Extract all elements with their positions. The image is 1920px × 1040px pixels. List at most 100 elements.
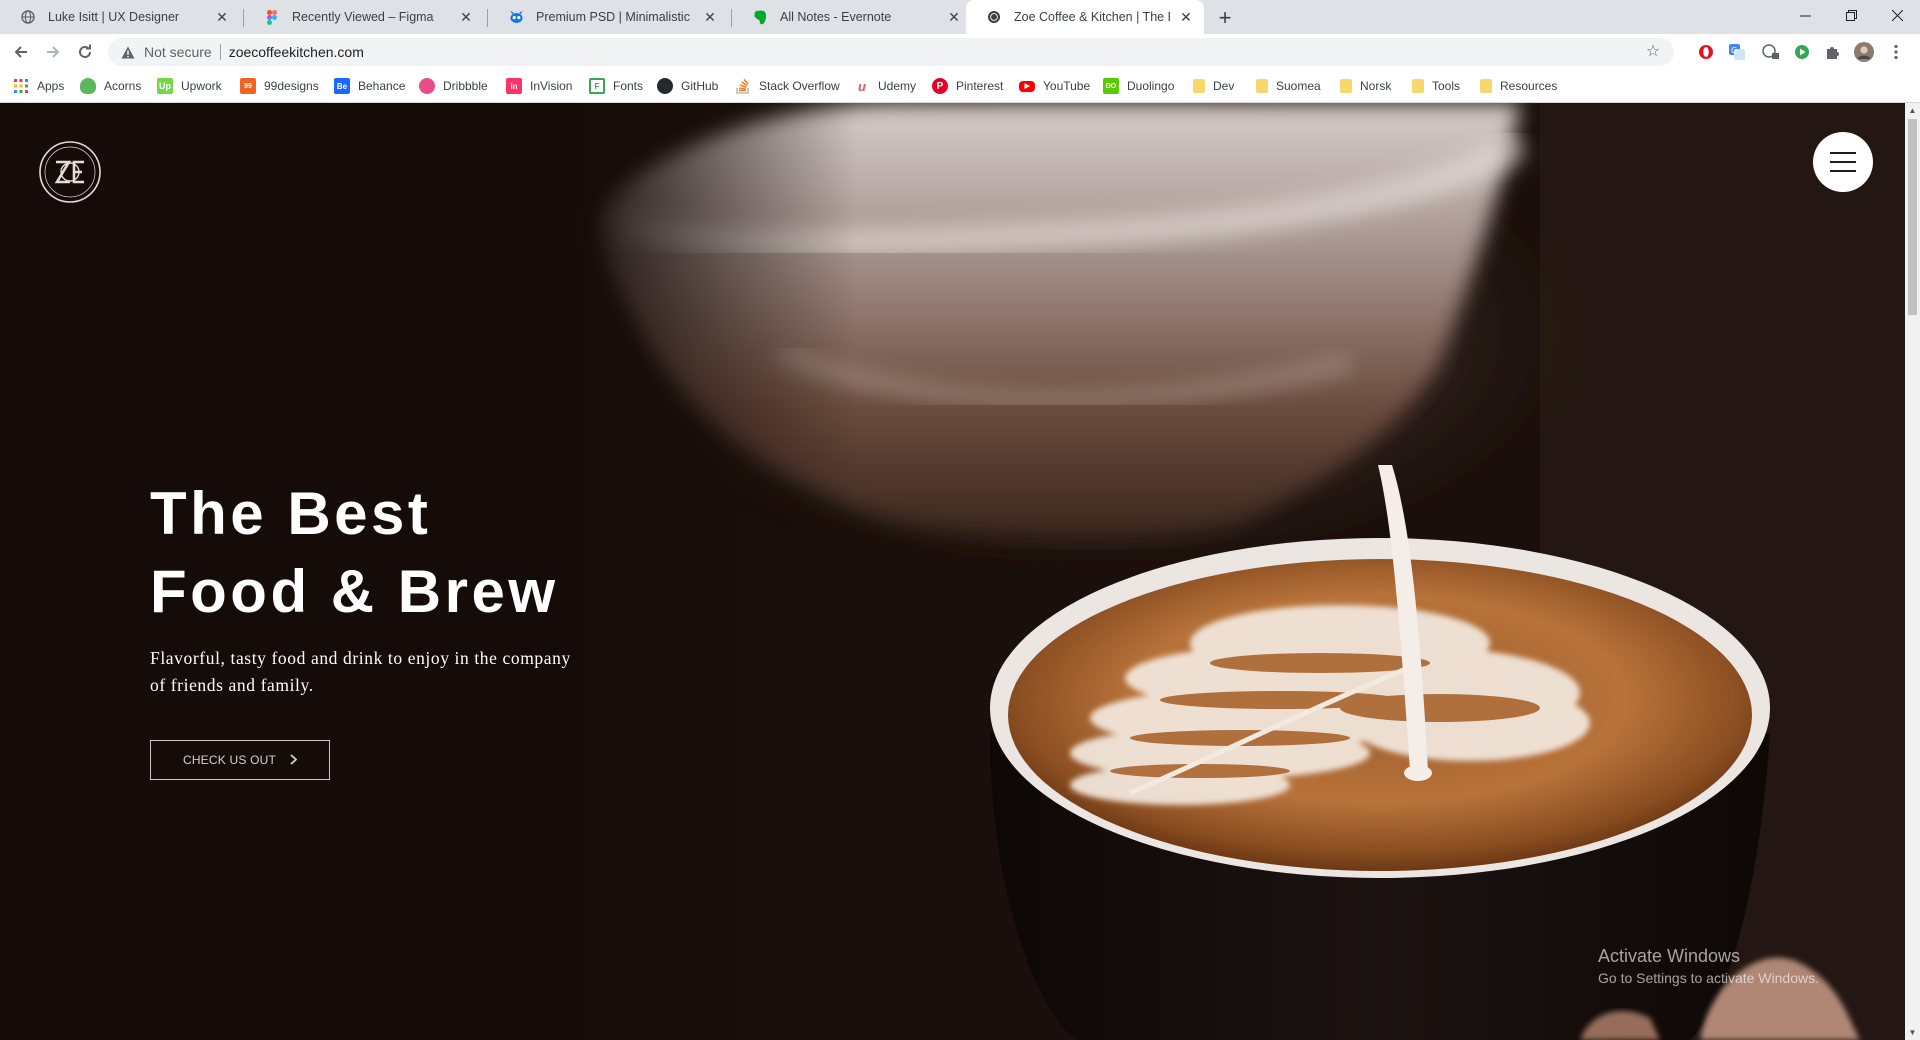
bookmark-folder-norsk[interactable]: Norsk bbox=[1340, 70, 1391, 102]
bookmark-acorns[interactable]: Acorns bbox=[80, 70, 141, 102]
bookmark-invision[interactable]: in InVision bbox=[506, 70, 572, 102]
bookmark-label: GitHub bbox=[681, 79, 719, 93]
folder-icon bbox=[1480, 79, 1492, 93]
watermark-title: Activate Windows bbox=[1598, 946, 1741, 966]
bookmark-udemy[interactable]: u Udemy bbox=[854, 70, 916, 102]
restore-button[interactable] bbox=[1828, 0, 1874, 30]
bookmark-label: 99designs bbox=[264, 79, 319, 93]
restore-icon bbox=[1845, 9, 1857, 21]
page-viewport: The Best Food & Brew Flavorful, tasty fo… bbox=[0, 103, 1905, 1040]
bookmark-folder-tools[interactable]: Tools bbox=[1412, 70, 1460, 102]
minimize-button[interactable] bbox=[1782, 0, 1828, 30]
close-icon[interactable]: ✕ bbox=[1178, 9, 1194, 25]
bookmark-upwork[interactable]: Up Upwork bbox=[157, 70, 222, 102]
opera-extension-icon[interactable] bbox=[1696, 42, 1716, 62]
folder-icon bbox=[1256, 79, 1268, 93]
pinterest-icon: P bbox=[932, 78, 948, 94]
tab-figma[interactable]: Recently Viewed – Figma ✕ bbox=[244, 0, 484, 34]
hero-subtitle: Flavorful, tasty food and drink to enjoy… bbox=[150, 648, 571, 695]
url-text[interactable]: zoecoffeekitchen.com bbox=[229, 44, 364, 60]
figma-icon bbox=[264, 9, 280, 25]
translate-extension-icon[interactable]: G bbox=[1727, 42, 1747, 62]
bookmark-pinterest[interactable]: P Pinterest bbox=[932, 70, 1003, 102]
invision-icon: in bbox=[506, 78, 522, 94]
close-icon[interactable]: ✕ bbox=[702, 9, 718, 25]
tab-title: Premium PSD | Minimalistic scene bbox=[536, 10, 694, 24]
arrow-right-icon bbox=[47, 46, 60, 58]
scrollbar-thumb[interactable] bbox=[1908, 119, 1917, 315]
windows-activation-watermark: Activate Windows Go to Settings to activ… bbox=[1598, 946, 1819, 986]
globe-icon bbox=[20, 9, 36, 25]
bookmark-folder-suomea[interactable]: Suomea bbox=[1256, 70, 1321, 102]
hero-title-line-1: The Best bbox=[150, 480, 432, 547]
bookmark-label: Suomea bbox=[1276, 79, 1321, 93]
bookmark-duolingo[interactable]: DO Duolingo bbox=[1103, 70, 1174, 102]
extensions-puzzle-icon[interactable] bbox=[1823, 42, 1843, 62]
bookmark-label: Stack Overflow bbox=[759, 79, 840, 93]
bookmark-behance[interactable]: Be Behance bbox=[334, 70, 405, 102]
bookmark-label: Behance bbox=[358, 79, 406, 93]
menu-line-icon bbox=[1830, 161, 1856, 163]
forward-button[interactable] bbox=[39, 38, 67, 66]
scroll-down-arrow-icon[interactable]: ▼ bbox=[1905, 1025, 1920, 1040]
stackoverflow-icon bbox=[735, 78, 751, 94]
scroll-up-arrow-icon[interactable]: ▲ bbox=[1905, 103, 1920, 118]
back-button[interactable] bbox=[7, 38, 35, 66]
menu-kebab-icon[interactable] bbox=[1886, 42, 1906, 62]
address-bar[interactable]: Not secure zoecoffeekitchen.com ☆ bbox=[108, 38, 1674, 66]
duolingo-icon: DO bbox=[1103, 78, 1119, 94]
arrow-left-icon bbox=[14, 46, 27, 58]
warning-icon[interactable] bbox=[120, 44, 136, 60]
upwork-icon: Up bbox=[157, 78, 173, 94]
watermark-subtitle: Go to Settings to activate Windows. bbox=[1598, 970, 1819, 986]
bookmark-star-icon[interactable]: ☆ bbox=[1644, 43, 1662, 61]
hero-title-line-2: Food & Brew bbox=[150, 558, 559, 625]
close-icon[interactable]: ✕ bbox=[214, 9, 230, 25]
bookmark-label: Resources bbox=[1500, 79, 1558, 93]
bookmark-github[interactable]: GitHub bbox=[657, 70, 718, 102]
new-tab-button[interactable]: + bbox=[1212, 5, 1238, 31]
check-us-out-button[interactable]: CHECK US OUT bbox=[150, 740, 330, 780]
youtube-icon bbox=[1019, 80, 1035, 92]
page-scrollbar[interactable]: ▲ ▼ bbox=[1905, 103, 1920, 1040]
evernote-icon bbox=[752, 9, 768, 25]
bookmark-label: Norsk bbox=[1360, 79, 1392, 93]
close-window-button[interactable] bbox=[1874, 0, 1920, 30]
bookmark-label: Acorns bbox=[104, 79, 142, 93]
bookmark-99designs[interactable]: 99 99designs bbox=[240, 70, 319, 102]
bookmark-youtube[interactable]: YouTube bbox=[1019, 70, 1090, 102]
play-extension-icon[interactable] bbox=[1792, 42, 1812, 62]
profile-avatar-icon[interactable] bbox=[1854, 42, 1874, 62]
security-label[interactable]: Not secure bbox=[144, 44, 212, 60]
tab-title: All Notes - Evernote bbox=[780, 10, 892, 24]
bookmark-fonts[interactable]: F Fonts bbox=[589, 70, 643, 102]
freepik-icon bbox=[508, 9, 524, 25]
bookmark-label: Dribbble bbox=[443, 79, 488, 93]
bookmark-label: Pinterest bbox=[956, 79, 1004, 93]
tab-title: Zoe Coffee & Kitchen | The Best Food bbox=[1014, 10, 1170, 24]
acorns-icon bbox=[80, 78, 96, 94]
bookmark-folder-dev[interactable]: Dev bbox=[1193, 70, 1234, 102]
bookmark-dribbble[interactable]: Dribbble bbox=[419, 70, 488, 102]
bookmark-apps[interactable]: Apps bbox=[13, 70, 64, 102]
bookmark-folder-resources[interactable]: Resources bbox=[1480, 70, 1557, 102]
udemy-icon: u bbox=[858, 78, 866, 94]
bookmarks-bar: Apps Acorns Up Upwork 99 99designs Be Be… bbox=[0, 70, 1920, 103]
screen-capture-extension-icon[interactable] bbox=[1761, 42, 1781, 62]
chevron-right-icon bbox=[290, 753, 298, 768]
bookmark-label: YouTube bbox=[1043, 79, 1091, 93]
tab-zoe-coffee[interactable]: Zoe Coffee & Kitchen | The Best Food ✕ bbox=[966, 0, 1204, 34]
bookmark-stackoverflow[interactable]: Stack Overflow bbox=[735, 70, 840, 102]
close-icon[interactable]: ✕ bbox=[946, 9, 962, 25]
tab-freepik[interactable]: Premium PSD | Minimalistic scene ✕ bbox=[488, 0, 728, 34]
hamburger-menu-button[interactable] bbox=[1813, 132, 1873, 192]
reload-button[interactable] bbox=[71, 38, 99, 66]
close-icon[interactable]: ✕ bbox=[458, 9, 474, 25]
tab-luke-isitt[interactable]: Luke Isitt | UX Designer ✕ bbox=[0, 0, 240, 34]
dribbble-icon bbox=[419, 78, 435, 94]
tab-evernote[interactable]: All Notes - Evernote ✕ bbox=[732, 0, 972, 34]
zoe-logo[interactable] bbox=[38, 140, 102, 204]
folder-icon bbox=[1340, 79, 1352, 93]
divider bbox=[219, 44, 221, 60]
behance-icon: Be bbox=[334, 78, 350, 94]
